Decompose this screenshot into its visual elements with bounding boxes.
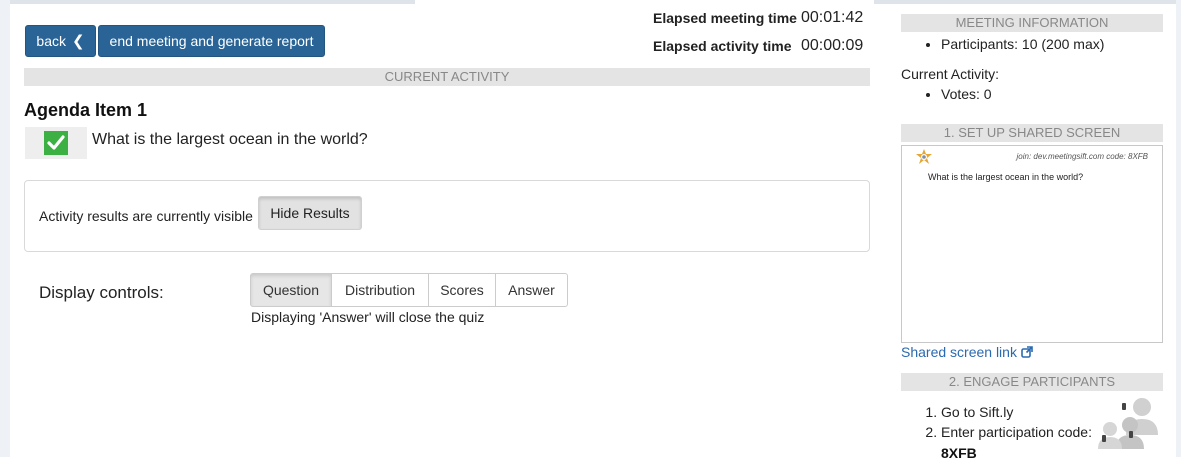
results-status-text: Activity results are currently visible — [39, 208, 253, 224]
back-label: back — [36, 33, 66, 49]
votes-count: Votes: 0 — [941, 84, 992, 104]
top-border-right — [874, 0, 1181, 4]
step-enter-code: Enter participation code: — [941, 422, 1092, 442]
display-controls-label: Display controls: — [39, 283, 164, 302]
control-scores-button[interactable]: Scores — [428, 273, 496, 307]
agenda-title: Agenda Item 1 — [24, 100, 148, 120]
participants-count: Participants: 10 (200 max) — [941, 34, 1104, 54]
preview-join-text: join: dev.meetingsift.com code: 8XFB — [1016, 152, 1148, 161]
engage-steps-list: Go to Sift.ly Enter participation code: — [921, 402, 1092, 442]
checkmark-icon — [44, 131, 68, 155]
activity-info-list: Votes: 0 — [921, 84, 992, 104]
shared-screen-link-label: Shared screen link — [901, 344, 1017, 360]
display-controls-group: Question Distribution Scores Answer — [250, 273, 568, 307]
participants-group-icon — [1096, 395, 1160, 456]
step-go-to: Go to Sift.ly — [941, 402, 1092, 422]
left-edge — [0, 0, 10, 457]
chevron-left-icon: ❮ — [72, 33, 85, 50]
right-edge — [1176, 0, 1181, 457]
check-container — [25, 127, 87, 159]
back-button[interactable]: back ❮ — [25, 25, 96, 57]
engage-participants-header: 2. ENGAGE PARTICIPANTS — [901, 373, 1163, 391]
hide-results-button[interactable]: Hide Results — [258, 196, 362, 230]
elapsed-activity-label: Elapsed activity time — [653, 38, 792, 54]
control-answer-button[interactable]: Answer — [495, 273, 568, 307]
results-panel: Activity results are currently visible H… — [24, 180, 870, 252]
current-activity-header: CURRENT ACTIVITY — [24, 68, 870, 86]
preview-question-text: What is the largest ocean in the world? — [928, 172, 1084, 182]
elapsed-activity-value: 00:00:09 — [801, 37, 864, 54]
control-distribution-button[interactable]: Distribution — [331, 273, 429, 307]
shared-screen-preview: join: dev.meetingsift.com code: 8XFB Wha… — [901, 145, 1163, 343]
participation-code: 8XFB — [941, 445, 977, 461]
controls-note: Displaying 'Answer' will close the quiz — [251, 309, 485, 325]
setup-screen-header: 1. SET UP SHARED SCREEN — [901, 124, 1163, 142]
meeting-info-header: MEETING INFORMATION — [901, 14, 1163, 32]
elapsed-meeting-label: Elapsed meeting time — [653, 10, 797, 26]
elapsed-meeting-value: 00:01:42 — [801, 9, 864, 26]
external-link-icon — [1021, 344, 1033, 360]
meeting-info-list: Participants: 10 (200 max) — [921, 34, 1104, 54]
question-text: What is the largest ocean in the world? — [92, 131, 368, 148]
shared-screen-link[interactable]: Shared screen link — [901, 344, 1033, 360]
meetingsift-logo-icon — [915, 149, 933, 170]
end-meeting-button[interactable]: end meeting and generate report — [98, 25, 325, 57]
control-question-button[interactable]: Question — [250, 273, 332, 307]
end-meeting-label: end meeting and generate report — [109, 33, 314, 49]
current-activity-label: Current Activity: — [901, 66, 1000, 82]
top-border-left — [0, 0, 415, 4]
